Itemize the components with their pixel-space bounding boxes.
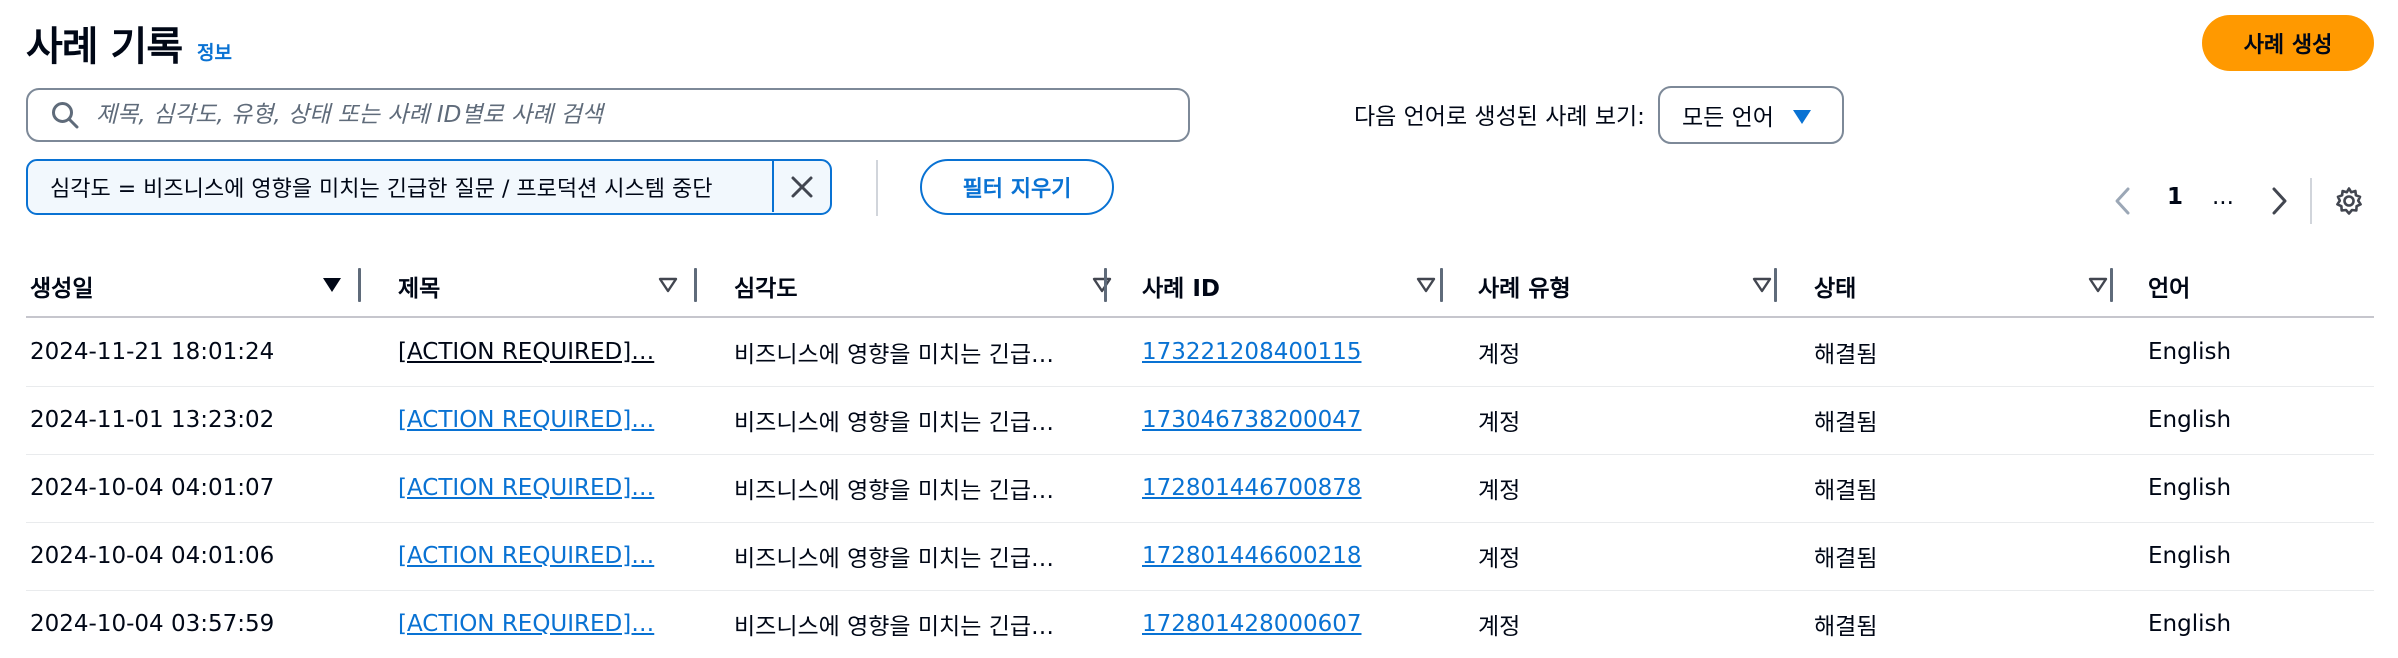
case-title-link[interactable]: [ACTION REQUIRED]… [398, 339, 654, 365]
column-header-case-type[interactable]: 사례 유형 [1478, 266, 1792, 306]
column-resizer[interactable] [1774, 268, 1777, 302]
table-row: 2024-11-21 18:01:24 [ACTION REQUIRED]… 비… [26, 318, 2374, 387]
page-number[interactable]: 1 [2160, 184, 2190, 210]
cell-severity: 비즈니스에 영향을 미치는 긴급… [734, 546, 1055, 572]
divider [2310, 178, 2312, 224]
case-id-link[interactable]: 173221208400115 [1142, 339, 1362, 365]
cell-created: 2024-11-01 13:23:02 [30, 407, 275, 433]
column-label: 심각도 [734, 276, 798, 302]
cell-created: 2024-10-04 04:01:07 [30, 475, 275, 501]
cell-case-type: 계정 [1478, 342, 1521, 368]
case-title-link[interactable]: [ACTION REQUIRED]… [398, 543, 654, 569]
clear-filters-button[interactable]: 필터 지우기 [920, 159, 1114, 215]
search-icon [52, 102, 79, 129]
cell-created: 2024-11-21 18:01:24 [30, 339, 275, 365]
search-input[interactable] [94, 101, 1148, 129]
sort-icon [658, 277, 678, 293]
language-select-value: 모든 언어 [1682, 105, 1774, 131]
column-label: 제목 [398, 276, 441, 302]
column-resizer[interactable] [358, 268, 361, 302]
gear-icon[interactable] [2334, 186, 2364, 216]
close-icon [791, 176, 813, 197]
column-resizer[interactable] [2110, 268, 2113, 302]
cell-severity: 비즈니스에 영향을 미치는 긴급… [734, 614, 1055, 640]
sort-descending-icon [323, 278, 341, 292]
case-id-link[interactable]: 172801428000607 [1142, 611, 1362, 637]
sort-icon [1752, 277, 1772, 293]
caret-down-icon [1793, 110, 1811, 124]
cell-language: English [2148, 611, 2232, 637]
column-header-severity[interactable]: 심각도 [734, 266, 1132, 306]
cell-case-type: 계정 [1478, 478, 1521, 504]
cell-case-type: 계정 [1478, 614, 1521, 640]
filter-token: 심각도 = 비즈니스에 영향을 미치는 긴급한 질문 / 프로덕션 시스템 중단 [26, 159, 832, 215]
cell-status: 해결됨 [1814, 342, 1878, 368]
case-id-link[interactable]: 172801446600218 [1142, 543, 1362, 569]
column-header-created[interactable]: 생성일 [30, 266, 362, 306]
cell-severity: 비즈니스에 영향을 미치는 긴급… [734, 478, 1055, 504]
case-title-link[interactable]: [ACTION REQUIRED]… [398, 611, 654, 637]
column-resizer[interactable] [1440, 268, 1443, 302]
case-id-link[interactable]: 173046738200047 [1142, 407, 1362, 433]
sort-icon [1416, 277, 1436, 293]
search-field[interactable] [26, 88, 1190, 142]
cell-status: 해결됨 [1814, 614, 1878, 640]
page-ellipsis: ... [2212, 184, 2234, 210]
column-label: 사례 유형 [1478, 276, 1571, 302]
column-header-title[interactable]: 제목 [398, 266, 698, 306]
cell-created: 2024-10-04 04:01:06 [30, 543, 275, 569]
case-id-link[interactable]: 172801446700878 [1142, 475, 1362, 501]
column-header-status[interactable]: 상태 [1814, 266, 2128, 306]
table-row: 2024-10-04 03:57:59 [ACTION REQUIRED]… 비… [26, 590, 2374, 658]
case-title-link[interactable]: [ACTION REQUIRED]… [398, 475, 654, 501]
table-row: 2024-11-01 13:23:02 [ACTION REQUIRED]… 비… [26, 386, 2374, 455]
column-resizer[interactable] [1104, 268, 1107, 302]
column-header-case-id[interactable]: 사례 ID [1142, 266, 1456, 306]
column-label: 언어 [2148, 276, 2191, 302]
cell-status: 해결됨 [1814, 410, 1878, 436]
case-title-link[interactable]: [ACTION REQUIRED]… [398, 407, 654, 433]
column-header-language[interactable]: 언어 [2148, 266, 2348, 306]
cell-language: English [2148, 475, 2232, 501]
cell-case-type: 계정 [1478, 410, 1521, 436]
cell-language: English [2148, 339, 2232, 365]
create-case-button[interactable]: 사례 생성 [2202, 15, 2374, 71]
chevron-left-icon[interactable] [2112, 186, 2134, 216]
cell-language: English [2148, 543, 2232, 569]
cell-created: 2024-10-04 03:57:59 [30, 611, 275, 637]
info-link[interactable]: 정보 [197, 38, 232, 65]
table-header: 생성일 제목 심각도 사례 ID 사례 유형 상태 언어 [26, 258, 2374, 318]
chevron-right-icon[interactable] [2268, 186, 2290, 216]
cell-severity: 비즈니스에 영향을 미치는 긴급… [734, 410, 1055, 436]
divider [876, 160, 878, 216]
page-title: 사례 기록 [26, 24, 183, 70]
column-label: 상태 [1814, 276, 1857, 302]
remove-filter-button[interactable] [772, 161, 830, 212]
column-label: 사례 ID [1142, 276, 1220, 302]
language-select[interactable]: 모든 언어 [1658, 86, 1844, 144]
sort-icon [2088, 277, 2108, 293]
cell-status: 해결됨 [1814, 546, 1878, 572]
cell-case-type: 계정 [1478, 546, 1521, 572]
sort-icon [1092, 277, 1112, 293]
language-filter-label: 다음 언어로 생성된 사례 보기: [1354, 104, 1645, 130]
cell-language: English [2148, 407, 2232, 433]
table-row: 2024-10-04 04:01:07 [ACTION REQUIRED]… 비… [26, 454, 2374, 523]
filter-token-label: 심각도 = 비즈니스에 영향을 미치는 긴급한 질문 / 프로덕션 시스템 중단 [50, 177, 713, 202]
column-label: 생성일 [30, 276, 94, 302]
cell-severity: 비즈니스에 영향을 미치는 긴급… [734, 342, 1055, 368]
cell-status: 해결됨 [1814, 478, 1878, 504]
table-row: 2024-10-04 04:01:06 [ACTION REQUIRED]… 비… [26, 522, 2374, 591]
column-resizer[interactable] [694, 268, 697, 302]
